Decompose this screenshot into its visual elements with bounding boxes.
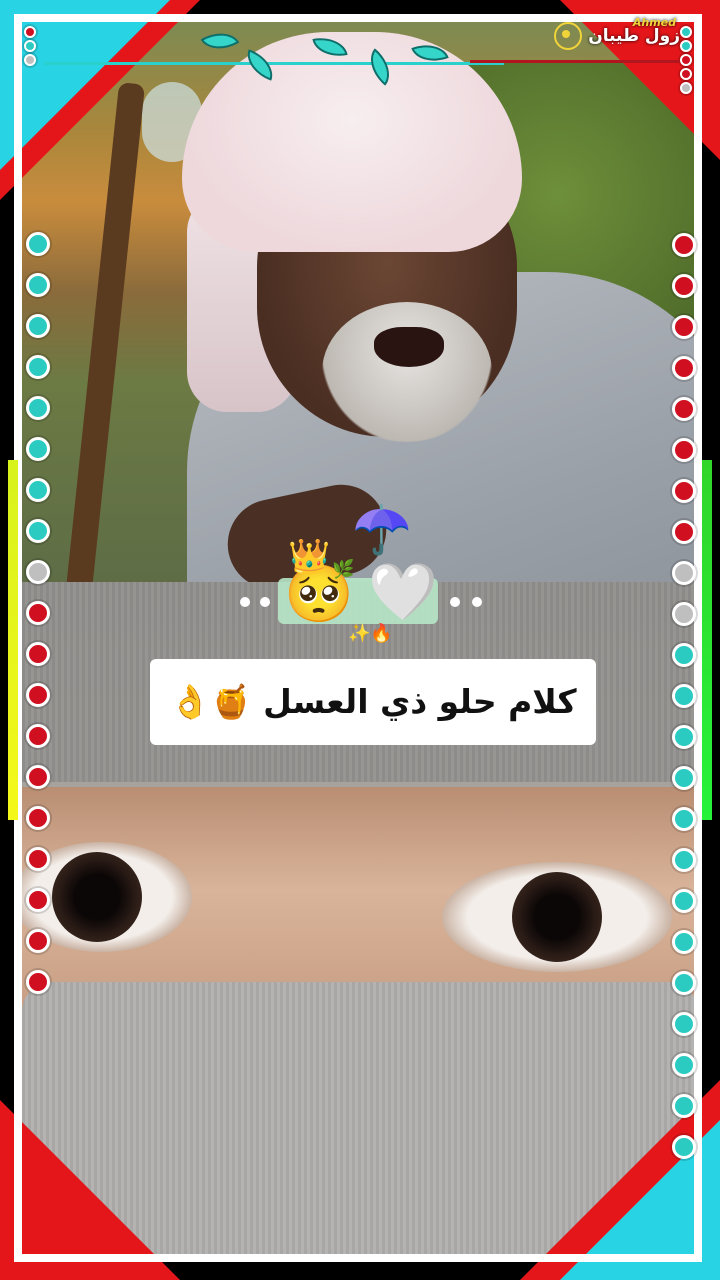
right-color-bar bbox=[702, 460, 712, 820]
left-dot-column bbox=[26, 232, 50, 994]
decor-dot-red bbox=[26, 642, 50, 666]
decor-dot-cyan bbox=[672, 1012, 696, 1036]
mini-dot bbox=[24, 40, 36, 52]
decor-dot-red bbox=[26, 683, 50, 707]
decor-dot-gray bbox=[26, 560, 50, 584]
decor-dot-red bbox=[672, 438, 696, 462]
decor-dot-red bbox=[26, 847, 50, 871]
red-vine-line bbox=[470, 60, 680, 63]
decor-dot-cyan bbox=[672, 848, 696, 872]
decor-dot-red bbox=[672, 397, 696, 421]
decor-dot-red bbox=[26, 970, 50, 994]
decor-dot-cyan bbox=[26, 396, 50, 420]
crown-emoji: 👑 bbox=[288, 537, 331, 577]
vine-line bbox=[44, 62, 504, 65]
leaf-icon bbox=[241, 49, 279, 81]
decor-dot-cyan bbox=[672, 971, 696, 995]
mini-dot bbox=[680, 82, 692, 94]
umbrella-emoji: ☂️ bbox=[352, 502, 412, 558]
caption-text: كلام حلو ذي العسل 🍯👌 bbox=[150, 659, 596, 745]
decor-dot-cyan bbox=[672, 1135, 696, 1159]
mini-dot bbox=[680, 68, 692, 80]
white-dot bbox=[260, 597, 270, 607]
decor-dot-cyan bbox=[26, 437, 50, 461]
decor-dot-cyan bbox=[672, 807, 696, 831]
decor-dot-cyan bbox=[672, 930, 696, 954]
fire-emoji: 🔥 bbox=[370, 623, 393, 644]
decor-dot-cyan bbox=[672, 889, 696, 913]
decor-dot-red bbox=[672, 356, 696, 380]
decor-dot-cyan bbox=[672, 1094, 696, 1118]
mini-dot bbox=[24, 26, 36, 38]
decor-dot-gray bbox=[672, 602, 696, 626]
leaf-emoji: 🌿 bbox=[332, 559, 355, 580]
decor-dot-red bbox=[26, 724, 50, 748]
mini-dot bbox=[680, 26, 692, 38]
decor-dot-cyan bbox=[26, 314, 50, 338]
decor-dot-cyan bbox=[672, 725, 696, 749]
leaf-icon bbox=[360, 48, 400, 86]
mini-dot bbox=[680, 40, 692, 52]
decor-dot-red bbox=[672, 274, 696, 298]
decor-dot-red bbox=[672, 315, 696, 339]
white-dot bbox=[472, 597, 482, 607]
decor-dot-red bbox=[672, 520, 696, 544]
watermark-signature: Ahmed bbox=[632, 16, 676, 29]
right-dot-column bbox=[672, 233, 696, 1159]
decor-dot-cyan bbox=[26, 478, 50, 502]
decor-dot-cyan bbox=[26, 232, 50, 256]
decor-dot-red bbox=[26, 929, 50, 953]
white-dot bbox=[450, 597, 460, 607]
decor-dot-cyan bbox=[26, 519, 50, 543]
white-dot bbox=[240, 597, 250, 607]
decor-dot-red bbox=[26, 806, 50, 830]
decor-dot-cyan bbox=[672, 766, 696, 790]
decor-dot-red bbox=[26, 888, 50, 912]
decor-dot-red bbox=[672, 479, 696, 503]
emoji-sticker: 🥺 🤍 👑 ☂️ 🌿 🔥 ✨ bbox=[240, 502, 490, 655]
top-right-mini-dots bbox=[680, 26, 692, 94]
decor-dot-cyan bbox=[26, 355, 50, 379]
vine-ornament bbox=[44, 23, 504, 90]
decor-dot-red bbox=[26, 601, 50, 625]
channel-watermark: زول طيبان Ahmed bbox=[554, 16, 680, 50]
camera-icon bbox=[554, 22, 583, 50]
mini-dot bbox=[24, 54, 36, 66]
decor-dot-red bbox=[26, 765, 50, 789]
watermark-name: زول طيبان bbox=[588, 26, 680, 46]
sparkle-emoji: ✨ bbox=[348, 623, 371, 644]
white-heart-emoji: 🤍 bbox=[368, 560, 438, 625]
mini-dot bbox=[680, 54, 692, 66]
decor-dot-red bbox=[672, 233, 696, 257]
top-left-mini-dots bbox=[24, 26, 36, 66]
decor-dot-gray bbox=[672, 561, 696, 585]
left-color-bar bbox=[8, 460, 18, 820]
decor-dot-cyan bbox=[672, 1053, 696, 1077]
decor-dot-cyan bbox=[26, 273, 50, 297]
decor-dot-cyan bbox=[672, 684, 696, 708]
decor-dot-cyan bbox=[672, 643, 696, 667]
